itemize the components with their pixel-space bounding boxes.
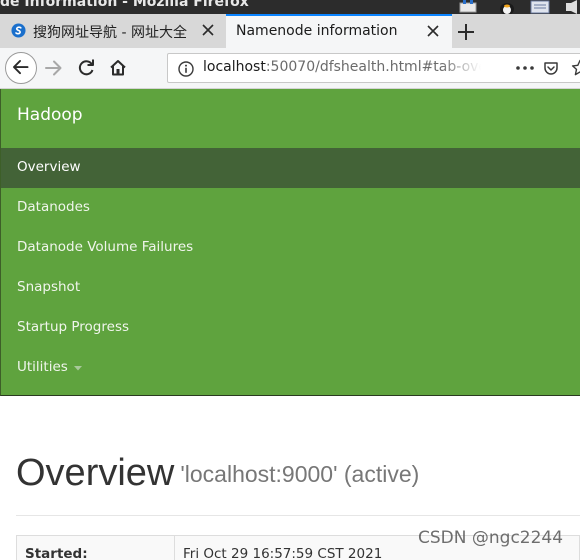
close-icon[interactable] — [426, 24, 440, 38]
nav-item-overview[interactable]: Overview — [1, 148, 580, 188]
nav-item-label: Datanodes — [17, 199, 90, 215]
close-icon[interactable] — [201, 23, 215, 37]
browser-window: de Information - Mozilla Firefox 搜狗网址导航 … — [0, 0, 580, 560]
url-host: localhost — [203, 59, 266, 75]
watermark: CSDN @ngc2244 — [418, 528, 564, 548]
sogou-favicon-icon — [11, 23, 26, 38]
network-tray-icon[interactable] — [458, 0, 478, 14]
url-fade — [441, 56, 481, 80]
tab-sogou[interactable]: 搜狗网址导航 - 网址大全 — [0, 14, 224, 48]
arrow-right-icon[interactable] — [38, 52, 70, 84]
url-bar[interactable]: localhost:50070/dfshealth.html#tab-overv… — [167, 53, 580, 83]
page-subtitle: 'localhost:9000' (active) — [180, 461, 420, 487]
pocket-icon[interactable] — [543, 60, 559, 76]
navigation-toolbar: localhost:50070/dfshealth.html#tab-overv… — [0, 48, 580, 89]
nav-item-snapshot[interactable]: Snapshot — [1, 268, 580, 308]
tab-title: Namenode information — [236, 23, 398, 39]
page-title: Overview — [16, 452, 175, 494]
hadoop-nav-menu: Overview Datanodes Datanode Volume Failu… — [1, 148, 580, 388]
page-header: Overview'localhost:9000' (active) — [16, 452, 419, 495]
tab-namenode[interactable]: Namenode information — [226, 14, 452, 49]
volume-tray-icon[interactable] — [562, 0, 580, 14]
tab-title: 搜狗网址导航 - 网址大全 — [33, 25, 187, 41]
window-title: de Information - Mozilla Firefox — [0, 0, 249, 10]
nav-item-startup-progress[interactable]: Startup Progress — [1, 308, 580, 348]
header-divider — [16, 515, 580, 516]
nav-item-datanode-volume-failures[interactable]: Datanode Volume Failures — [1, 228, 580, 268]
nav-item-label: Snapshot — [17, 279, 81, 295]
home-icon[interactable] — [102, 52, 134, 84]
keyboard-tray-icon[interactable] — [530, 0, 550, 14]
nav-item-utilities[interactable]: Utilities — [1, 348, 580, 388]
bookmark-star-icon[interactable] — [571, 59, 580, 77]
nav-item-datanodes[interactable]: Datanodes — [1, 188, 580, 228]
nav-item-label: Utilities — [17, 359, 68, 375]
nav-item-label: Overview — [17, 159, 81, 175]
new-tab-plus-icon[interactable] — [456, 22, 476, 42]
arrow-left-icon — [13, 60, 29, 75]
back-button[interactable] — [5, 52, 37, 84]
penguin-tray-icon[interactable] — [497, 0, 517, 14]
hadoop-navbar: Hadoop Overview Datanodes Datanode Volum… — [0, 89, 580, 396]
window-titlebar: de Information - Mozilla Firefox — [0, 0, 580, 14]
url-text[interactable]: localhost:50070/dfshealth.html#tab-overv… — [203, 59, 481, 75]
hadoop-brand[interactable]: Hadoop — [17, 105, 83, 125]
more-actions-icon[interactable] — [514, 60, 536, 76]
tab-strip: 搜狗网址导航 - 网址大全 Namenode information — [0, 14, 580, 49]
nav-item-label: Datanode Volume Failures — [17, 239, 194, 255]
reload-icon[interactable] — [70, 52, 102, 84]
caret-down-icon — [74, 366, 82, 371]
table-key: Started: — [16, 535, 175, 560]
nav-item-label: Startup Progress — [17, 319, 130, 335]
info-icon[interactable] — [178, 61, 194, 77]
